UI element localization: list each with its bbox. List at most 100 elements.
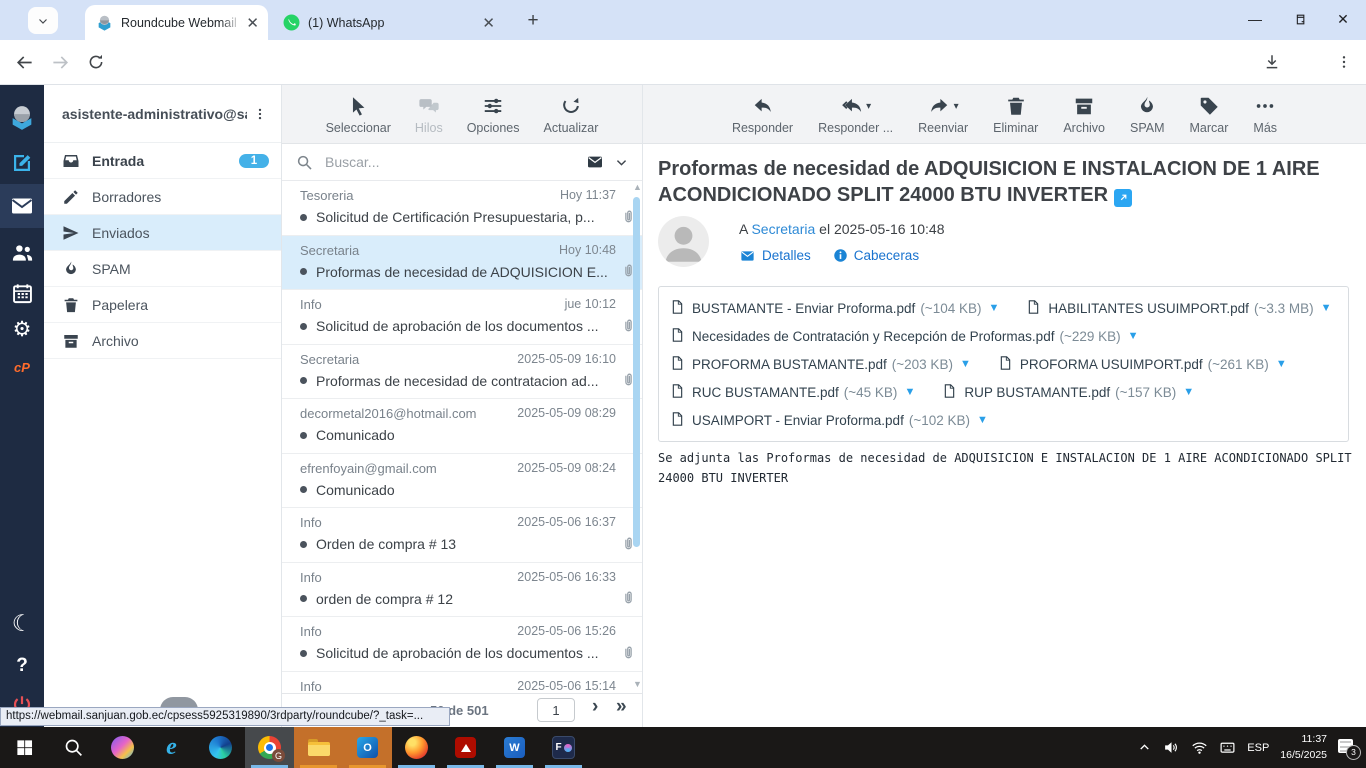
attachment-chip[interactable]: PROFORMA USUIMPORT.pdf (~261 KB) ▼ [997, 350, 1287, 378]
acrobat-button[interactable] [441, 727, 490, 768]
dropdown-caret-icon[interactable]: ▾ [954, 101, 959, 112]
search-input[interactable] [323, 153, 585, 171]
message-row[interactable]: Info 2025-05-06 15:26 Solicitud de aprobac… [282, 617, 642, 672]
spam-button[interactable]: SPAM [1130, 95, 1165, 135]
taskbar-clock[interactable]: 11:37 16/5/2025 [1280, 732, 1327, 762]
refresh-button[interactable]: Actualizar [544, 95, 598, 135]
back-button[interactable] [10, 48, 38, 76]
next-page-button[interactable]: › [592, 696, 598, 718]
message-row[interactable]: Info 2025-05-06 16:37 Orden de compra # 13 [282, 508, 642, 563]
threads-button[interactable]: Hilos [415, 95, 443, 135]
outlook-button[interactable]: O [343, 727, 392, 768]
attachment-menu-caret-icon[interactable]: ▼ [977, 414, 988, 426]
message-row[interactable]: Info 2025-05-06 15:14 [282, 671, 642, 694]
mark-button[interactable]: Marcar [1190, 95, 1228, 135]
account-menu-button[interactable] [247, 106, 273, 122]
browser-menu-button[interactable] [1330, 48, 1358, 76]
scroll-up-icon[interactable]: ▲ [633, 183, 642, 192]
headers-toggle[interactable]: Cabeceras [833, 248, 919, 263]
attachment-menu-caret-icon[interactable]: ▼ [1128, 330, 1139, 342]
settings-nav-button[interactable]: ⚙ [0, 309, 44, 349]
notification-center-button[interactable]: 3 [1338, 738, 1361, 760]
calendar-nav-button[interactable] [0, 273, 44, 313]
scrollbar-thumb[interactable] [633, 197, 640, 547]
window-minimize-button[interactable]: — [1234, 0, 1276, 38]
window-close-button[interactable]: ✕ [1322, 0, 1364, 38]
reload-button[interactable] [82, 48, 110, 76]
sidebar-folder-papelera[interactable]: Papelera [44, 287, 281, 323]
attachment-chip[interactable]: RUP BUSTAMANTE.pdf (~157 KB) ▼ [941, 378, 1194, 406]
list-scrollbar[interactable]: ▲ [633, 183, 642, 547]
attachment-menu-caret-icon[interactable]: ▼ [1183, 386, 1194, 398]
recipient-link[interactable]: Secretaria [751, 221, 815, 237]
chrome-button[interactable]: G [245, 727, 294, 768]
attachment-chip[interactable]: Necesidades de Contratación y Recepción … [669, 322, 1139, 350]
message-row[interactable]: Info jue 10:12 Solicitud de aprobación de … [282, 290, 642, 345]
cpanel-button[interactable]: cP [0, 347, 44, 387]
scroll-down-icon[interactable]: ▼ [633, 679, 642, 689]
last-page-button[interactable]: » [616, 696, 627, 718]
attachment-menu-caret-icon[interactable]: ▼ [960, 358, 971, 370]
attachment-chip[interactable]: HABILITANTES USUIMPORT.pdf (~3.3 MB) ▼ [1025, 294, 1331, 322]
sidebar-folder-archivo[interactable]: Archivo [44, 323, 281, 359]
firefox-button[interactable] [392, 727, 441, 768]
sidebar-folder-spam[interactable]: SPAM [44, 251, 281, 287]
archive-button[interactable]: Archivo [1063, 95, 1105, 135]
internet-explorer-button[interactable]: e [147, 727, 196, 768]
file-explorer-button[interactable] [294, 727, 343, 768]
attachment-menu-caret-icon[interactable]: ▼ [988, 302, 999, 314]
details-toggle[interactable]: Detalles [739, 248, 811, 263]
message-row[interactable]: Info 2025-05-06 16:33 orden de compra # 12 [282, 562, 642, 617]
language-indicator[interactable]: ESP [1247, 742, 1269, 754]
forward-button[interactable]: ▾ Reenviar [918, 95, 968, 135]
sidebar-folder-entrada[interactable]: Entrada 1 [44, 143, 281, 179]
dropdown-caret-icon[interactable]: ▾ [866, 101, 871, 112]
tab-close-icon[interactable]: ✕ [482, 14, 495, 32]
message-row[interactable]: Secretaria Hoy 10:48 Proformas de necesida… [282, 235, 642, 290]
message-row[interactable]: Secretaria 2025-05-09 16:10 Proformas de n… [282, 344, 642, 399]
dark-mode-toggle[interactable]: ☾ [0, 603, 44, 643]
reply-button[interactable]: Responder [732, 95, 793, 135]
message-row[interactable]: Tesoreria Hoy 11:37 Solicitud de Certifica… [282, 181, 642, 236]
message-row[interactable]: decormetal2016@hotmail.com 2025-05-09 08:… [282, 399, 642, 454]
message-row[interactable]: efrenfoyain@gmail.com 2025-05-09 08:24 Com… [282, 453, 642, 508]
tray-expand-icon[interactable] [1137, 740, 1152, 755]
downloads-button[interactable] [1258, 48, 1286, 76]
reply-all-button[interactable]: ▾ Responder ... [818, 95, 893, 135]
sidebar-folder-borradores[interactable]: Borradores [44, 179, 281, 215]
delete-button[interactable]: Eliminar [993, 95, 1038, 135]
attachment-chip[interactable]: BUSTAMANTE - Enviar Proforma.pdf (~104 KB… [669, 294, 999, 322]
page-number-input[interactable] [537, 698, 575, 722]
attachment-chip[interactable]: PROFORMA BUSTAMANTE.pdf (~203 KB) ▼ [669, 350, 971, 378]
mail-nav-button[interactable] [0, 184, 44, 228]
word-button[interactable]: W [490, 727, 539, 768]
taskbar-search-button[interactable] [49, 727, 98, 768]
open-in-new-window-icon[interactable] [1114, 188, 1133, 207]
search-options-chevron-icon[interactable] [615, 156, 628, 169]
attachment-menu-caret-icon[interactable]: ▼ [1321, 302, 1332, 314]
wifi-icon[interactable] [1191, 739, 1208, 756]
attachment-chip[interactable]: USAIMPORT - Enviar Proforma.pdf (~102 KB)… [669, 406, 988, 434]
tab-search-button[interactable] [28, 7, 58, 34]
contacts-nav-button[interactable] [0, 232, 44, 272]
attachment-menu-caret-icon[interactable]: ▼ [904, 386, 915, 398]
forward-button[interactable] [46, 48, 74, 76]
tab-roundcube[interactable]: Roundcube Webmail :: Enviados ✕ [85, 5, 268, 40]
sidebar-folder-enviados[interactable]: Enviados [44, 215, 281, 251]
help-button[interactable]: ? [0, 645, 44, 685]
more-button[interactable]: Más [1253, 95, 1277, 135]
volume-icon[interactable] [1163, 739, 1180, 756]
tab-whatsapp[interactable]: (1) WhatsApp ✕ [272, 5, 504, 40]
attachment-menu-caret-icon[interactable]: ▼ [1276, 358, 1287, 370]
window-restore-button[interactable] [1278, 0, 1320, 38]
new-tab-button[interactable]: + [520, 8, 546, 34]
f-app-button[interactable]: F [539, 727, 588, 768]
start-button[interactable] [0, 727, 49, 768]
edge-button[interactable] [196, 727, 245, 768]
attachment-chip[interactable]: RUC BUSTAMANTE.pdf (~45 KB) ▼ [669, 378, 915, 406]
compose-button[interactable] [0, 143, 44, 183]
copilot-button[interactable] [98, 727, 147, 768]
options-button[interactable]: Opciones [467, 95, 520, 135]
tab-close-icon[interactable]: ✕ [246, 14, 259, 32]
touch-keyboard-icon[interactable] [1219, 739, 1236, 756]
